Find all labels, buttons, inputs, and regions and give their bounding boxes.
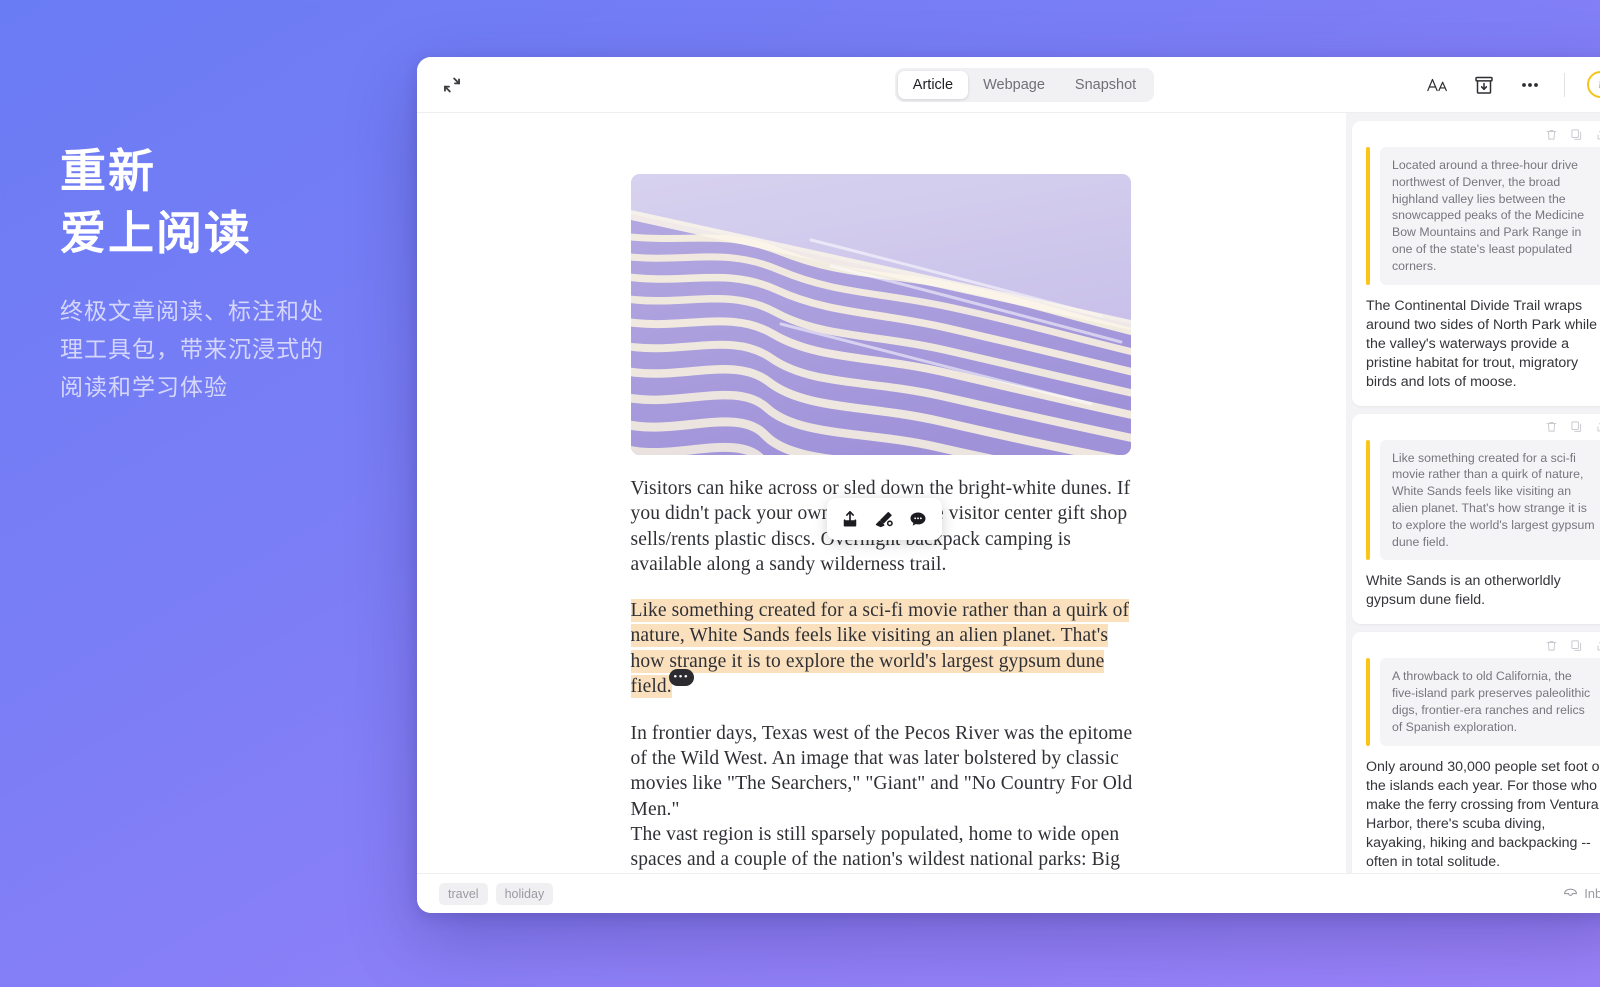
app-window: Article Webpage Snapshot Visitors can hi… [417, 57, 1600, 913]
comment-badge[interactable]: ••• [668, 669, 694, 687]
collapse-arrows-icon[interactable] [439, 72, 465, 98]
tab-snapshot[interactable]: Snapshot [1060, 71, 1151, 99]
annotations-sidebar[interactable]: Located around a three-hour drive northw… [1346, 113, 1600, 873]
share-icon[interactable] [1595, 420, 1600, 433]
archive-download-icon[interactable] [1472, 73, 1496, 97]
note-text[interactable]: White Sands is an otherworldly gypsum du… [1352, 560, 1600, 610]
trash-icon[interactable] [1545, 420, 1558, 433]
font-size-aa-icon[interactable] [1426, 73, 1450, 97]
card-actions [1352, 414, 1600, 440]
top-toolbar: Article Webpage Snapshot [417, 57, 1600, 113]
annotation-card[interactable]: Like something created for a sci-fi movi… [1352, 413, 1600, 625]
highlight-accent-bar [1366, 147, 1370, 285]
toolbar-divider [1564, 72, 1565, 97]
trash-icon[interactable] [1545, 128, 1558, 141]
inbox-envelope-icon [1563, 886, 1578, 901]
promo-panel: 重新 爱上阅读 终极文章阅读、标注和处 理工具包，带来沉浸式的 阅读和学习体验 [60, 140, 390, 406]
three-dots-icon[interactable] [1518, 73, 1542, 97]
paragraph[interactable]: In frontier days, Texas west of the Peco… [631, 721, 1133, 822]
highlighter-pen-icon[interactable] [874, 509, 894, 529]
promo-title: 重新 爱上阅读 [60, 145, 252, 259]
quote-block: Like something created for a sci-fi movi… [1352, 439, 1600, 561]
quote-text: Located around a three-hour drive northw… [1380, 147, 1600, 285]
selection-toolbar [826, 498, 942, 540]
share-upload-icon[interactable] [840, 509, 860, 529]
annotation-card[interactable]: A throwback to old California, the five-… [1352, 632, 1600, 873]
highlight-accent-bar [1366, 658, 1370, 746]
trash-icon[interactable] [1545, 639, 1558, 652]
share-icon[interactable] [1595, 639, 1600, 652]
highlight-span[interactable]: Like something created for a sci-fi movi… [630, 599, 1130, 699]
tag-holiday[interactable]: holiday [495, 882, 554, 905]
paragraph[interactable]: The vast region is still sparsely popula… [631, 822, 1133, 873]
inbox-button[interactable]: Inbox [1563, 886, 1600, 901]
note-text[interactable]: Only around 30,000 people set foot on th… [1352, 746, 1600, 872]
copy-icon[interactable] [1570, 639, 1583, 652]
share-icon[interactable] [1595, 128, 1600, 141]
quote-text: A throwback to old California, the five-… [1380, 658, 1600, 746]
quote-block: A throwback to old California, the five-… [1352, 658, 1600, 746]
promo-subtitle: 终极文章阅读、标注和处 理工具包，带来沉浸式的 阅读和学习体验 [60, 298, 324, 400]
tag-travel[interactable]: travel [439, 882, 488, 905]
comment-bubble-icon[interactable] [908, 509, 928, 529]
tab-webpage[interactable]: Webpage [968, 71, 1060, 99]
hero-image [630, 174, 1131, 455]
article-content: Visitors can hike across or sled down th… [630, 113, 1133, 873]
copy-icon[interactable] [1570, 420, 1583, 433]
tab-article[interactable]: Article [897, 70, 969, 99]
avatar[interactable]: i [1587, 71, 1600, 98]
paragraph-highlighted[interactable]: Like something created for a sci-fi movi… [630, 598, 1133, 700]
article-pane[interactable]: Visitors can hike across or sled down th… [417, 113, 1346, 873]
quote-text: Like something created for a sci-fi movi… [1380, 439, 1600, 561]
bottom-status-bar: travel holiday Inbox [417, 873, 1600, 913]
card-actions [1352, 121, 1600, 147]
highlight-accent-bar [1366, 439, 1370, 561]
note-text[interactable]: The Continental Divide Trail wraps aroun… [1352, 285, 1600, 392]
card-actions [1352, 632, 1600, 658]
window-body: Visitors can hike across or sled down th… [417, 113, 1600, 873]
quote-block: Located around a three-hour drive northw… [1352, 147, 1600, 285]
annotation-card[interactable]: Located around a three-hour drive northw… [1352, 121, 1600, 406]
toolbar-actions: i [1426, 71, 1600, 98]
view-mode-tabs: Article Webpage Snapshot [894, 67, 1155, 102]
copy-icon[interactable] [1570, 128, 1583, 141]
inbox-label: Inbox [1584, 886, 1600, 901]
